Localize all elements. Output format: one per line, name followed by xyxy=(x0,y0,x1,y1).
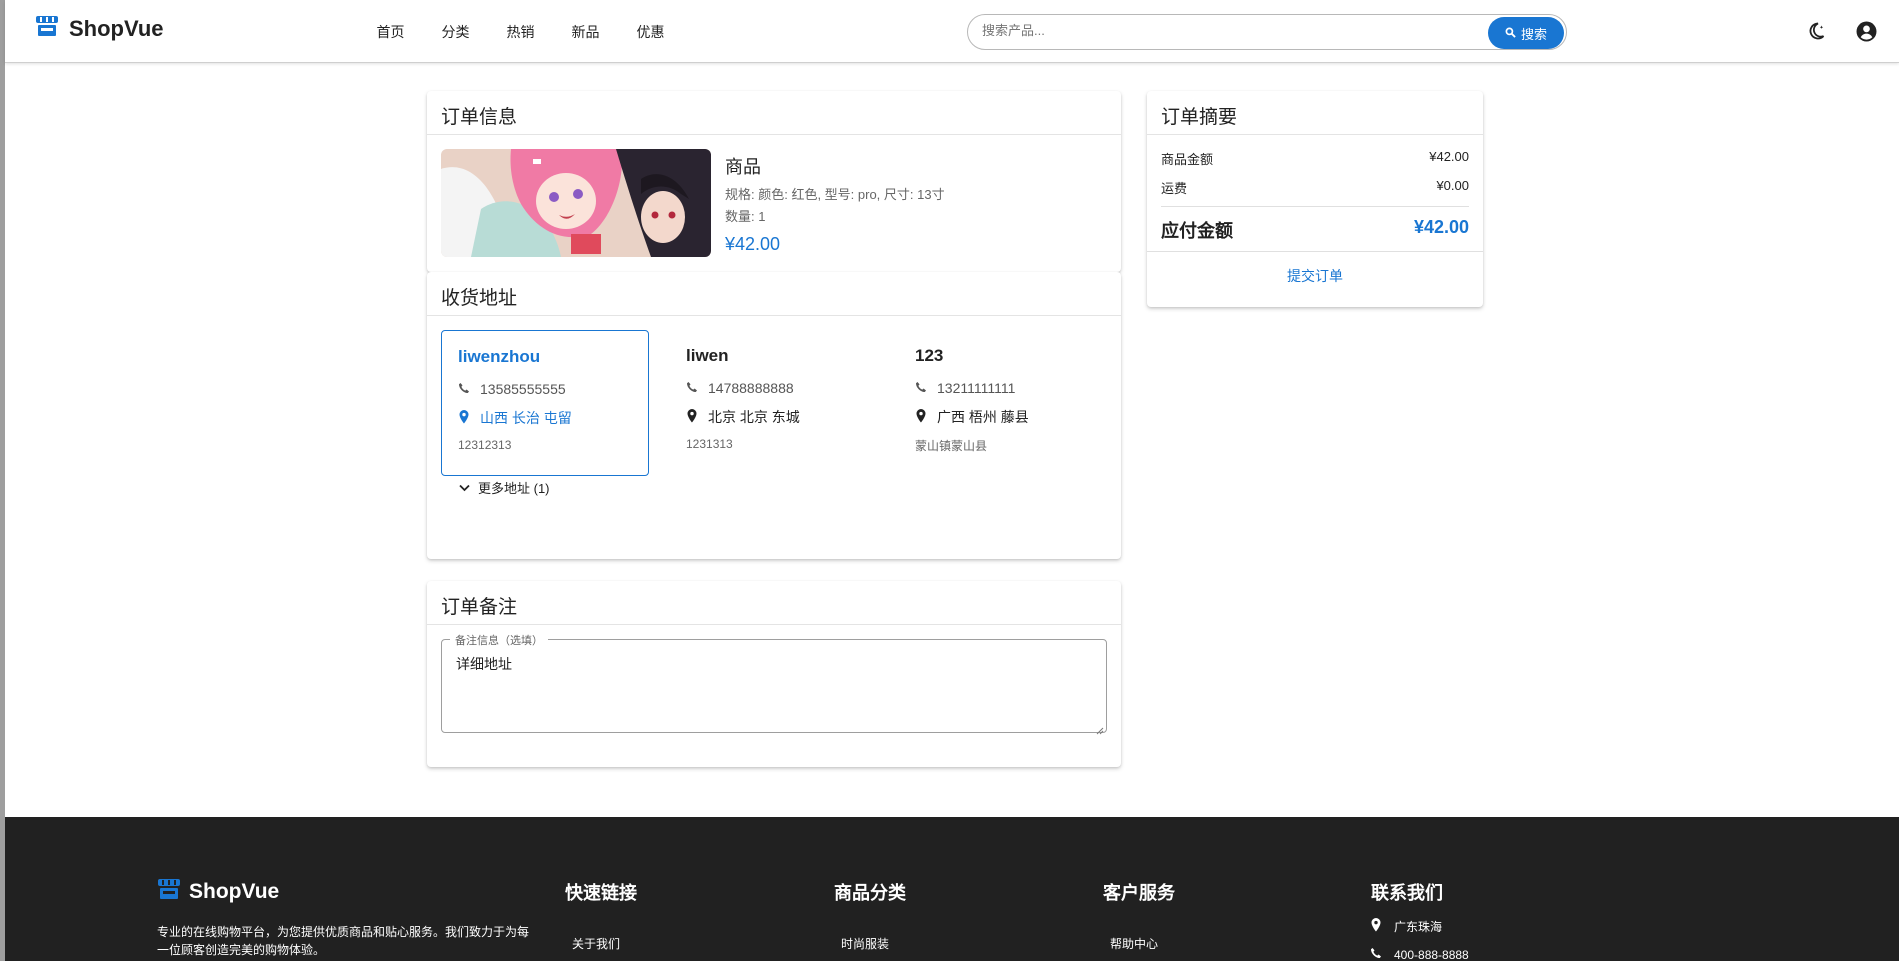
location-pin-icon xyxy=(1370,918,1382,935)
order-info-title: 订单信息 xyxy=(427,91,1121,135)
address-name: liwen xyxy=(686,346,729,365)
search-icon xyxy=(1505,26,1516,41)
store-icon xyxy=(35,15,59,42)
product-info: 商品 规格: 颜色: 红色, 型号: pro, 尺寸: 13寸 数量: 1 ¥4… xyxy=(725,149,945,257)
address-option-2[interactable]: liwen 14788888888 北京 北京 东城 1231313 xyxy=(670,330,878,476)
address-detail: 1231313 xyxy=(686,437,733,451)
notes-field: 备注信息（选填） 详细地址 xyxy=(441,632,1107,735)
total-value: ¥42.00 xyxy=(1413,217,1469,237)
store-icon xyxy=(157,878,181,905)
address-phone-row: 14788888888 xyxy=(686,380,862,396)
footer-service-title: 客户服务 xyxy=(1103,883,1175,903)
summary-divider xyxy=(1161,206,1469,207)
goods-amount-row: 商品金额 ¥42.00 xyxy=(1147,149,1483,168)
address-region: 北京 北京 东城 xyxy=(708,409,800,425)
notes-field-label: 备注信息（选填） xyxy=(450,632,548,648)
footer-link-help[interactable]: 帮助中心 xyxy=(1110,935,1158,952)
footer-brand[interactable]: ShopVue xyxy=(157,878,279,905)
footer-brand-name: ShopVue xyxy=(189,879,280,903)
footer-categories-title: 商品分类 xyxy=(834,883,906,903)
footer-contact-phone: 400-888-8888 xyxy=(1370,947,1469,961)
location-pin-icon xyxy=(458,409,470,427)
address-detail: 12312313 xyxy=(458,438,512,452)
footer-contact-title: 联系我们 xyxy=(1371,883,1443,903)
footer-location-text: 广东珠海 xyxy=(1394,920,1443,934)
address-option-1[interactable]: liwenzhou 13585555555 山西 长治 屯留 12312313 xyxy=(441,330,649,476)
main-nav: 首页 分类 热销 新品 优惠 xyxy=(358,22,683,42)
product-quantity: 数量: 1 xyxy=(725,209,766,224)
account-icon[interactable] xyxy=(1855,20,1877,42)
order-info-card: 订单信息 商品 规格: 颜色: 红色, 型号: pro, 尺寸: 13寸 数量:… xyxy=(427,91,1121,272)
footer-link-fashion[interactable]: 时尚服装 xyxy=(841,935,889,952)
notes-title: 订单备注 xyxy=(427,581,1121,625)
chevron-down-icon xyxy=(459,480,470,495)
brand-logo[interactable]: ShopVue xyxy=(35,15,164,42)
location-pin-icon xyxy=(686,408,698,426)
total-row: 应付金额 ¥42.00 xyxy=(1147,217,1483,243)
order-summary-card: 订单摘要 商品金额 ¥42.00 运费 ¥0.00 应付金额 ¥42.00 提交… xyxy=(1147,91,1483,307)
goods-amount-value: ¥42.00 xyxy=(1429,149,1469,164)
nav-home[interactable]: 首页 xyxy=(358,22,423,42)
address-region: 广西 梧州 藤县 xyxy=(937,409,1029,425)
resize-grip-icon[interactable] xyxy=(1096,722,1104,735)
site-footer: ShopVue 专业的在线购物平台，为您提供优质商品和贴心服务。我们致力于为每一… xyxy=(5,817,1899,961)
address-phone-row: 13585555555 xyxy=(458,381,632,397)
phone-icon xyxy=(1370,947,1382,961)
address-name: 123 xyxy=(915,346,944,365)
footer-contact-location: 广东珠海 xyxy=(1370,918,1442,935)
location-pin-icon xyxy=(915,408,927,426)
product-name: 商品 xyxy=(725,157,761,177)
summary-title: 订单摘要 xyxy=(1147,91,1483,135)
nav-category[interactable]: 分类 xyxy=(423,22,488,42)
shipping-row: 运费 ¥0.00 xyxy=(1147,178,1483,197)
address-phone-row: 13211111111 xyxy=(915,380,1091,396)
notes-textarea[interactable]: 详细地址 xyxy=(456,654,1086,718)
total-label: 应付金额 xyxy=(1161,221,1233,241)
shipping-label: 运费 xyxy=(1161,181,1188,196)
search-bar: 搜索 xyxy=(967,14,1567,50)
address-region-row: 山西 长治 屯留 xyxy=(458,408,632,428)
address-title: 收货地址 xyxy=(427,272,1121,316)
theme-toggle-icon[interactable] xyxy=(1805,20,1827,42)
address-phone: 13211111111 xyxy=(937,380,1016,396)
address-region-row: 北京 北京 东城 xyxy=(686,407,862,427)
product-spec: 规格: 颜色: 红色, 型号: pro, 尺寸: 13寸 xyxy=(725,187,945,202)
search-button[interactable]: 搜索 xyxy=(1488,17,1564,49)
shipping-address-card: 收货地址 liwenzhou 13585555555 山西 长治 屯留 1231… xyxy=(427,272,1121,559)
footer-quick-links-title: 快速链接 xyxy=(565,883,637,903)
phone-icon xyxy=(458,381,470,397)
brand-name: ShopVue xyxy=(69,15,164,41)
address-phone: 14788888888 xyxy=(708,380,794,396)
phone-icon xyxy=(915,380,927,396)
address-phone: 13585555555 xyxy=(480,381,566,397)
more-addresses-button[interactable]: 更多地址 (1) xyxy=(459,478,550,497)
product-price: ¥42.00 xyxy=(725,234,781,254)
goods-amount-label: 商品金额 xyxy=(1161,152,1214,167)
address-region-row: 广西 梧州 藤县 xyxy=(915,407,1091,427)
footer-link-about[interactable]: 关于我们 xyxy=(572,935,620,952)
product-image[interactable] xyxy=(441,149,711,257)
phone-icon xyxy=(686,380,698,396)
search-input[interactable] xyxy=(982,23,1462,38)
footer-phone-text: 400-888-8888 xyxy=(1394,947,1469,961)
address-option-3[interactable]: 123 13211111111 广西 梧州 藤县 蒙山镇蒙山县 xyxy=(899,330,1107,476)
order-notes-card: 订单备注 备注信息（选填） 详细地址 xyxy=(427,581,1121,767)
nav-new[interactable]: 新品 xyxy=(553,22,618,42)
footer-description: 专业的在线购物平台，为您提供优质商品和贴心服务。我们致力于为每一位顾客创造完美的… xyxy=(157,925,530,957)
search-button-label: 搜索 xyxy=(1520,26,1547,42)
app-header: ShopVue 首页 分类 热销 新品 优惠 搜索 xyxy=(5,0,1899,63)
address-name: liwenzhou xyxy=(458,347,541,366)
nav-deals[interactable]: 优惠 xyxy=(618,22,683,42)
shipping-value: ¥0.00 xyxy=(1436,178,1469,193)
product-item: 商品 规格: 颜色: 红色, 型号: pro, 尺寸: 13寸 数量: 1 ¥4… xyxy=(441,149,945,257)
nav-hot[interactable]: 热销 xyxy=(488,22,553,42)
address-region: 山西 长治 屯留 xyxy=(480,410,572,426)
more-addresses-label: 更多地址 (1) xyxy=(478,481,550,496)
submit-order-button[interactable]: 提交订单 xyxy=(1147,252,1483,300)
address-detail: 蒙山镇蒙山县 xyxy=(915,439,988,453)
